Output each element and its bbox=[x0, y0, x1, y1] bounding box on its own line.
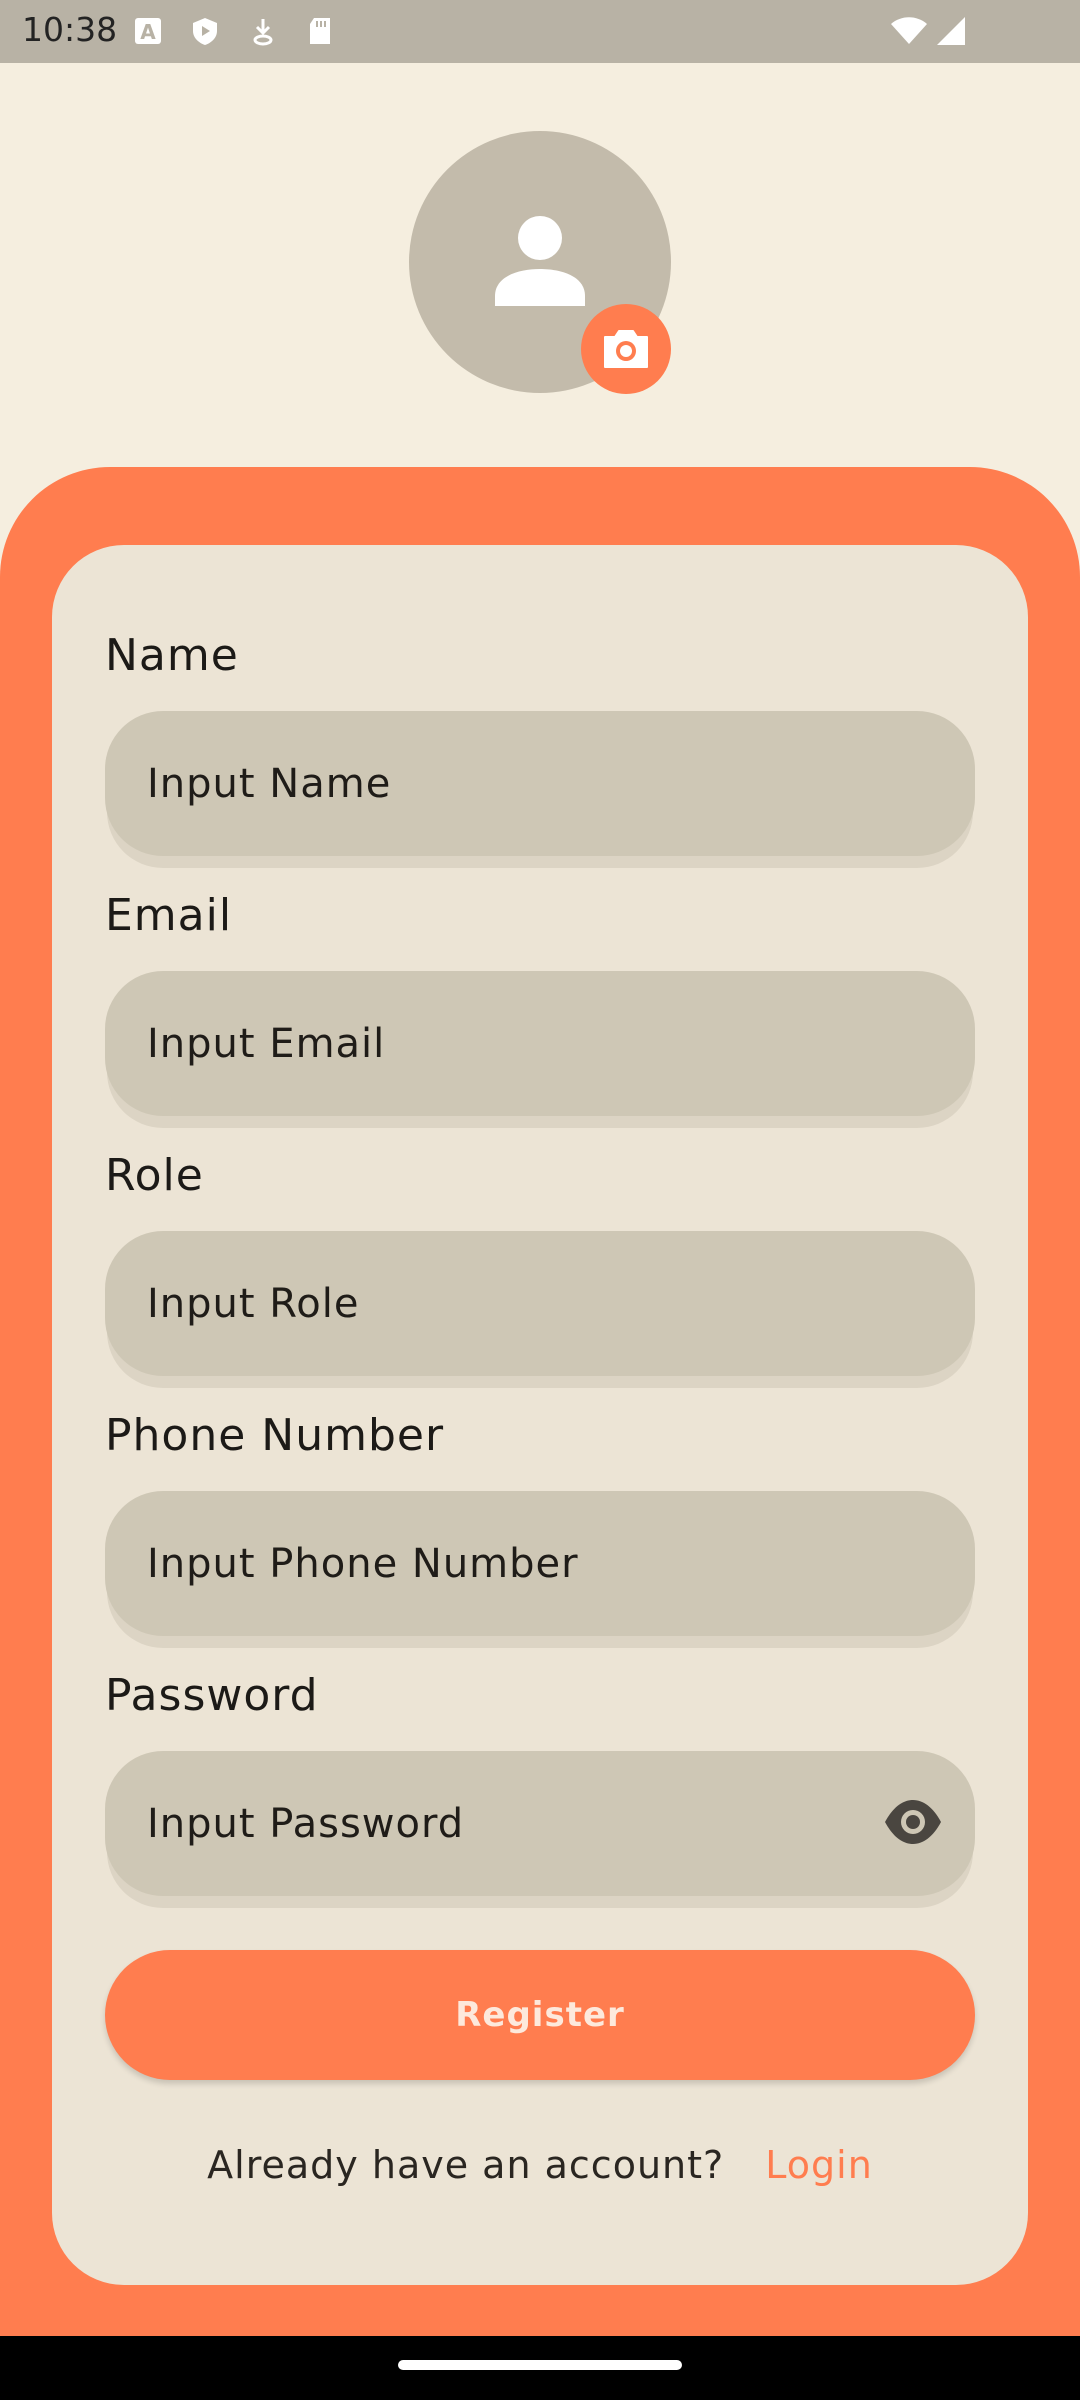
login-row: Already have an account? Login bbox=[0, 2143, 1080, 2187]
download-icon bbox=[253, 19, 273, 46]
person-icon bbox=[495, 216, 585, 306]
password-label: Password bbox=[105, 1670, 319, 1721]
login-prompt-text: Already have an account? bbox=[207, 2143, 725, 2187]
name-input[interactable] bbox=[105, 711, 975, 856]
eye-icon[interactable] bbox=[883, 1797, 943, 1847]
camera-icon bbox=[604, 330, 648, 368]
navigation-bar bbox=[0, 2336, 1080, 2400]
svg-text:A: A bbox=[140, 20, 156, 44]
role-input[interactable] bbox=[105, 1231, 975, 1376]
phone-number-input[interactable] bbox=[105, 1491, 975, 1636]
camera-button[interactable] bbox=[581, 304, 671, 394]
name-label: Name bbox=[105, 630, 239, 681]
phone-number-label: Phone Number bbox=[105, 1410, 445, 1461]
email-field[interactable] bbox=[105, 971, 975, 1116]
role-field[interactable] bbox=[105, 1231, 975, 1376]
email-label: Email bbox=[105, 890, 233, 941]
wifi-icon bbox=[891, 17, 927, 44]
register-button[interactable]: Register bbox=[105, 1950, 975, 2080]
login-link[interactable]: Login bbox=[765, 2143, 873, 2187]
signal-icon bbox=[937, 17, 965, 45]
role-label: Role bbox=[105, 1150, 204, 1201]
password-input[interactable] bbox=[105, 1751, 975, 1896]
name-field[interactable] bbox=[105, 711, 975, 856]
sd-card-icon bbox=[310, 18, 330, 44]
status-bar: 10:38 A bbox=[0, 0, 1080, 63]
password-field[interactable] bbox=[105, 1751, 975, 1896]
email-input[interactable] bbox=[105, 971, 975, 1116]
status-time: 10:38 bbox=[22, 10, 118, 49]
home-handle[interactable] bbox=[398, 2360, 682, 2370]
font-a-icon: A bbox=[135, 18, 161, 44]
phone-number-field[interactable] bbox=[105, 1491, 975, 1636]
shield-play-icon bbox=[193, 18, 217, 45]
